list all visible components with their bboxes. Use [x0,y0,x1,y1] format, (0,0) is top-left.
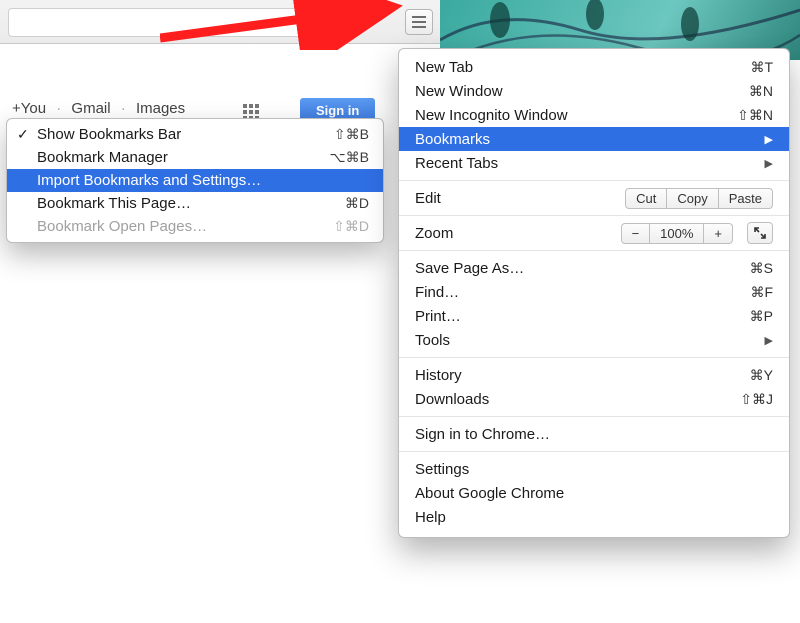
menu-item-about[interactable]: About Google Chrome [399,481,789,505]
menu-item-new-tab[interactable]: New Tab ⌘T [399,55,789,79]
nav-link-gmail[interactable]: Gmail [71,100,110,117]
menu-item-shortcut: ⌘Y [750,367,773,384]
menu-item-label: Show Bookmarks Bar [37,126,181,143]
toolbar [0,0,440,44]
menu-separator [399,416,789,417]
menu-item-recent-tabs[interactable]: Recent Tabs ▶ [399,151,789,175]
zoom-stepper: − 100% + [621,223,733,244]
nav-link-images[interactable]: Images [136,100,185,117]
menu-item-label: New Incognito Window [415,107,568,124]
menu-separator [399,250,789,251]
submenu-arrow-icon: ▶ [765,334,773,347]
menu-item-tools[interactable]: Tools ▶ [399,328,789,352]
menu-item-label: Edit [415,190,441,207]
menu-separator [399,180,789,181]
menu-item-bookmarks[interactable]: Bookmarks ▶ [399,127,789,151]
cut-button[interactable]: Cut [625,188,667,209]
menu-item-label: Zoom [415,225,453,242]
menu-item-label: Print… [415,308,461,325]
menu-item-label: Sign in to Chrome… [415,426,550,443]
menu-item-save-as[interactable]: Save Page As… ⌘S [399,256,789,280]
submenu-arrow-icon: ▶ [765,133,773,146]
menu-item-shortcut: ⌥⌘B [330,149,369,166]
chrome-main-menu: New Tab ⌘T New Window ⌘N New Incognito W… [398,48,790,538]
menu-item-settings[interactable]: Settings [399,457,789,481]
separator: · [56,100,61,117]
menu-item-zoom: Zoom − 100% + [399,221,789,245]
menu-item-label: New Tab [415,59,473,76]
menu-separator [399,357,789,358]
menu-item-bookmark-open-pages: Bookmark Open Pages… ⇧⌘D [7,215,383,238]
menu-item-import-bookmarks[interactable]: Import Bookmarks and Settings… [7,169,383,192]
paste-button[interactable]: Paste [719,188,773,209]
zoom-out-button[interactable]: − [621,223,651,244]
menu-separator [399,215,789,216]
separator: · [121,100,126,117]
menu-item-bookmark-manager[interactable]: Bookmark Manager ⌥⌘B [7,146,383,169]
menu-item-label: Import Bookmarks and Settings… [37,172,261,189]
menu-item-label: About Google Chrome [415,485,564,502]
nav-link-you[interactable]: +You [12,100,46,117]
menu-item-label: Tools [415,332,450,349]
menu-item-shortcut: ⇧⌘D [333,218,369,235]
fullscreen-icon [754,227,766,239]
menu-item-label: Settings [415,461,469,478]
menu-item-new-incognito[interactable]: New Incognito Window ⇧⌘N [399,103,789,127]
menu-separator [399,451,789,452]
menu-item-shortcut: ⌘P [750,308,773,325]
menu-item-shortcut: ⌘T [750,59,773,76]
menu-item-label: Help [415,509,446,526]
menu-item-label: Bookmarks [415,131,490,148]
star-icon[interactable] [303,14,321,32]
menu-item-label: Save Page As… [415,260,524,277]
menu-item-label: Downloads [415,391,489,408]
menu-item-shortcut: ⇧⌘J [740,391,773,408]
menu-item-new-window[interactable]: New Window ⌘N [399,79,789,103]
menu-item-shortcut: ⇧⌘N [737,107,773,124]
menu-item-label: New Window [415,83,503,100]
edit-button-group: Cut Copy Paste [625,188,773,209]
omnibox[interactable] [8,8,328,37]
fullscreen-button[interactable] [747,222,773,244]
menu-item-label: Bookmark Manager [37,149,168,166]
menu-item-shortcut: ⌘S [750,260,773,277]
submenu-arrow-icon: ▶ [765,157,773,170]
menu-item-shortcut: ⇧⌘B [334,126,369,143]
menu-item-help[interactable]: Help [399,505,789,529]
menu-item-shortcut: ⌘F [750,284,773,301]
check-icon: ✓ [17,126,29,143]
menu-item-print[interactable]: Print… ⌘P [399,304,789,328]
menu-item-bookmark-this-page[interactable]: Bookmark This Page… ⌘D [7,192,383,215]
zoom-in-button[interactable]: + [704,223,733,244]
menu-item-find[interactable]: Find… ⌘F [399,280,789,304]
chrome-menu-button[interactable] [405,9,433,35]
menu-item-downloads[interactable]: Downloads ⇧⌘J [399,387,789,411]
copy-button[interactable]: Copy [667,188,718,209]
zoom-level: 100% [650,223,704,244]
menu-item-label: Find… [415,284,459,301]
menu-item-label: Recent Tabs [415,155,498,172]
bookmarks-submenu: ✓ Show Bookmarks Bar ⇧⌘B Bookmark Manage… [6,118,384,243]
menu-item-shortcut: ⌘N [749,83,773,100]
menu-item-shortcut: ⌘D [345,195,369,212]
menu-item-sign-in-chrome[interactable]: Sign in to Chrome… [399,422,789,446]
menu-item-show-bookmarks-bar[interactable]: ✓ Show Bookmarks Bar ⇧⌘B [7,123,383,146]
menu-item-label: Bookmark This Page… [37,195,191,212]
menu-item-label: Bookmark Open Pages… [37,218,207,235]
menu-item-label: History [415,367,462,384]
menu-item-edit: Edit Cut Copy Paste [399,186,789,210]
menu-item-history[interactable]: History ⌘Y [399,363,789,387]
